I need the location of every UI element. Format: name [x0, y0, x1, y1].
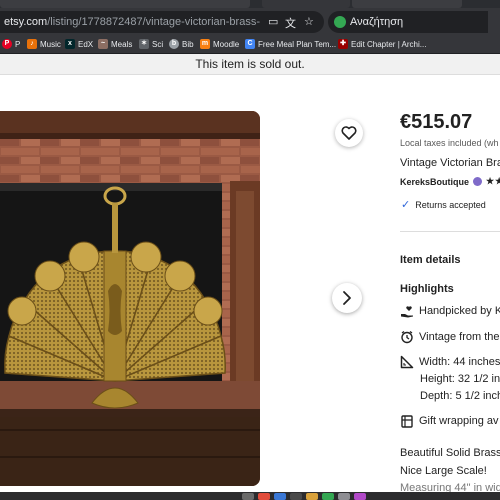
bib-icon: b	[169, 39, 179, 49]
heart-icon	[341, 126, 357, 140]
price: €515.07	[400, 111, 473, 133]
shop-row: KereksBoutique ★★	[400, 176, 500, 187]
dimension-height: Height: 32 1/2 in	[420, 373, 500, 385]
rating-stars[interactable]: ★★	[486, 176, 500, 187]
returns-label: Returns accepted	[415, 199, 486, 210]
bookmark-item[interactable]: ✚ Edit Chapter | Archi...	[338, 39, 426, 49]
meals-icon: ~	[98, 39, 108, 49]
check-icon: ✓	[401, 199, 411, 211]
dock-app[interactable]	[306, 493, 318, 500]
translate-icon[interactable]: 文	[285, 15, 296, 31]
description-line: Nice Large Scale!	[400, 465, 487, 477]
pinterest-icon: P	[2, 39, 12, 49]
meal-plan-icon: C	[245, 39, 255, 49]
bookmark-item[interactable]: x EdX	[65, 39, 93, 49]
edx-icon: x	[65, 39, 75, 49]
highlights-heading: Highlights	[400, 283, 454, 295]
shop-name-link[interactable]: KereksBoutique	[400, 177, 469, 187]
dock-app[interactable]	[274, 493, 286, 500]
music-icon: ♪	[27, 39, 37, 49]
next-image-button[interactable]	[332, 283, 362, 313]
bookmark-star-icon[interactable]: ☆	[304, 15, 314, 28]
divider	[400, 231, 500, 232]
ruler-icon	[400, 355, 414, 369]
hand-heart-icon	[401, 306, 413, 318]
taskbar	[0, 492, 500, 500]
bookmark-item[interactable]: PP	[2, 39, 20, 49]
dimension-depth: Depth: 5 1/2 inch	[420, 390, 500, 402]
gift-icon	[401, 415, 413, 428]
bookmark-item[interactable]: b Bib	[169, 39, 194, 49]
tab-inactive[interactable]	[352, 0, 462, 8]
dock-app[interactable]	[290, 493, 302, 500]
dock-app[interactable]	[354, 493, 366, 500]
sold-out-banner: This item is sold out.	[0, 54, 500, 75]
clock-icon	[401, 330, 413, 344]
address-bar-row: etsy.com/listing/1778872487/vintage-vict…	[0, 8, 500, 36]
tab-strip	[0, 0, 500, 8]
tab-inactive[interactable]	[0, 0, 250, 8]
tax-note: Local taxes included (wh	[400, 138, 499, 148]
star-seller-icon	[473, 177, 483, 186]
sci-icon: ✶	[139, 39, 149, 49]
tab-active[interactable]	[262, 0, 350, 8]
address-bar[interactable]: etsy.com/listing/1778872487/vintage-vict…	[0, 11, 324, 33]
highlight-item: Width: 44 inches	[400, 355, 500, 369]
favorite-button[interactable]	[335, 119, 363, 147]
product-photo[interactable]	[0, 111, 260, 486]
bookmark-item[interactable]: ~ Meals	[98, 39, 132, 49]
highlight-item: Gift wrapping av	[400, 414, 498, 428]
moodle-icon: m	[200, 39, 210, 49]
fireplace-screen-image	[0, 111, 260, 486]
bookmark-item[interactable]: C Free Meal Plan Tem...	[245, 39, 336, 49]
bookmark-item[interactable]: ♪ Music	[27, 39, 61, 49]
highlight-item: Handpicked by K	[400, 304, 500, 318]
chevron-right-icon	[343, 291, 351, 305]
highlight-item: Vintage from the	[400, 330, 500, 344]
dock-app[interactable]	[258, 493, 270, 500]
archive-icon: ✚	[338, 39, 348, 49]
bookmark-item[interactable]: ✶ Sci	[139, 39, 163, 49]
returns-row: ✓ Returns accepted	[401, 198, 486, 211]
url-text[interactable]: etsy.com/listing/1778872487/vintage-vict…	[4, 16, 260, 28]
dock-app[interactable]	[242, 493, 254, 500]
dock-app[interactable]	[338, 493, 350, 500]
install-icon[interactable]: ▭	[268, 15, 278, 28]
item-details-toggle[interactable]: Item details	[400, 254, 461, 266]
listing-title: Vintage Victorian Bra	[400, 157, 500, 169]
profile-label: Αναζήτηση	[350, 16, 404, 28]
search-profile-chip[interactable]: Αναζήτηση	[328, 11, 488, 33]
dock-app[interactable]	[322, 493, 334, 500]
profile-avatar-icon	[334, 16, 346, 28]
description-line: Beautiful Solid Brass	[400, 447, 500, 459]
bookmark-item[interactable]: m Moodle	[200, 39, 239, 49]
bookmarks-bar: PP ♪ Music x EdX ~ Meals ✶ Sci b Bib m Moodle …	[0, 36, 500, 54]
